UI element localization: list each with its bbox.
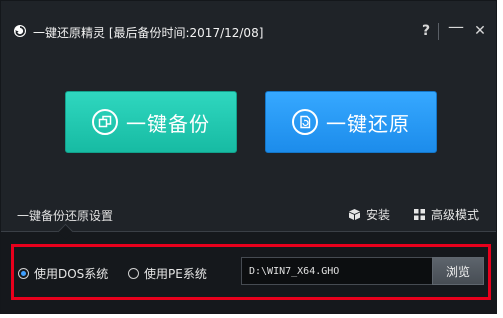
settings-title: 一键备份还原设置 (17, 209, 114, 223)
install-link[interactable]: 安装 (348, 206, 390, 223)
close-button[interactable]: ✕ (472, 23, 488, 39)
dos-system-radio[interactable]: 使用DOS系统 (18, 265, 108, 282)
window-title: 一键还原精灵 [最后备份时间:2017/12/08] (33, 26, 264, 40)
browse-button[interactable]: 浏览 (432, 257, 484, 285)
install-label: 安装 (366, 208, 391, 222)
radio-circle (128, 268, 139, 279)
restore-label: 一键还原 (326, 111, 410, 136)
backup-button[interactable]: 一键备份 (65, 91, 237, 153)
grid-icon (414, 209, 425, 220)
pe-system-label: 使用PE系统 (144, 267, 207, 281)
backup-label: 一键备份 (126, 111, 210, 136)
dos-system-label: 使用DOS系统 (34, 267, 109, 281)
title-bar: 一键还原精灵 [最后备份时间:2017/12/08] ? — ✕ (1, 1, 496, 41)
advanced-mode-label: 高级模式 (431, 208, 480, 222)
main-window: 一键还原精灵 [最后备份时间:2017/12/08] ? — ✕ 一键备份 一键… (0, 0, 497, 314)
backup-path-input[interactable] (241, 257, 432, 285)
box-icon (349, 209, 360, 220)
title-separator (438, 23, 439, 40)
help-button[interactable]: ? (418, 23, 434, 39)
restore-file-icon (292, 109, 318, 135)
restore-button[interactable]: 一键还原 (265, 91, 437, 153)
advanced-mode-link[interactable]: 高级模式 (413, 206, 479, 223)
copy-icon (92, 109, 118, 135)
radio-circle-selected (18, 268, 29, 279)
minimize-button[interactable]: — (448, 19, 464, 35)
pe-system-radio[interactable]: 使用PE系统 (128, 265, 207, 282)
app-logo-icon (14, 25, 26, 37)
